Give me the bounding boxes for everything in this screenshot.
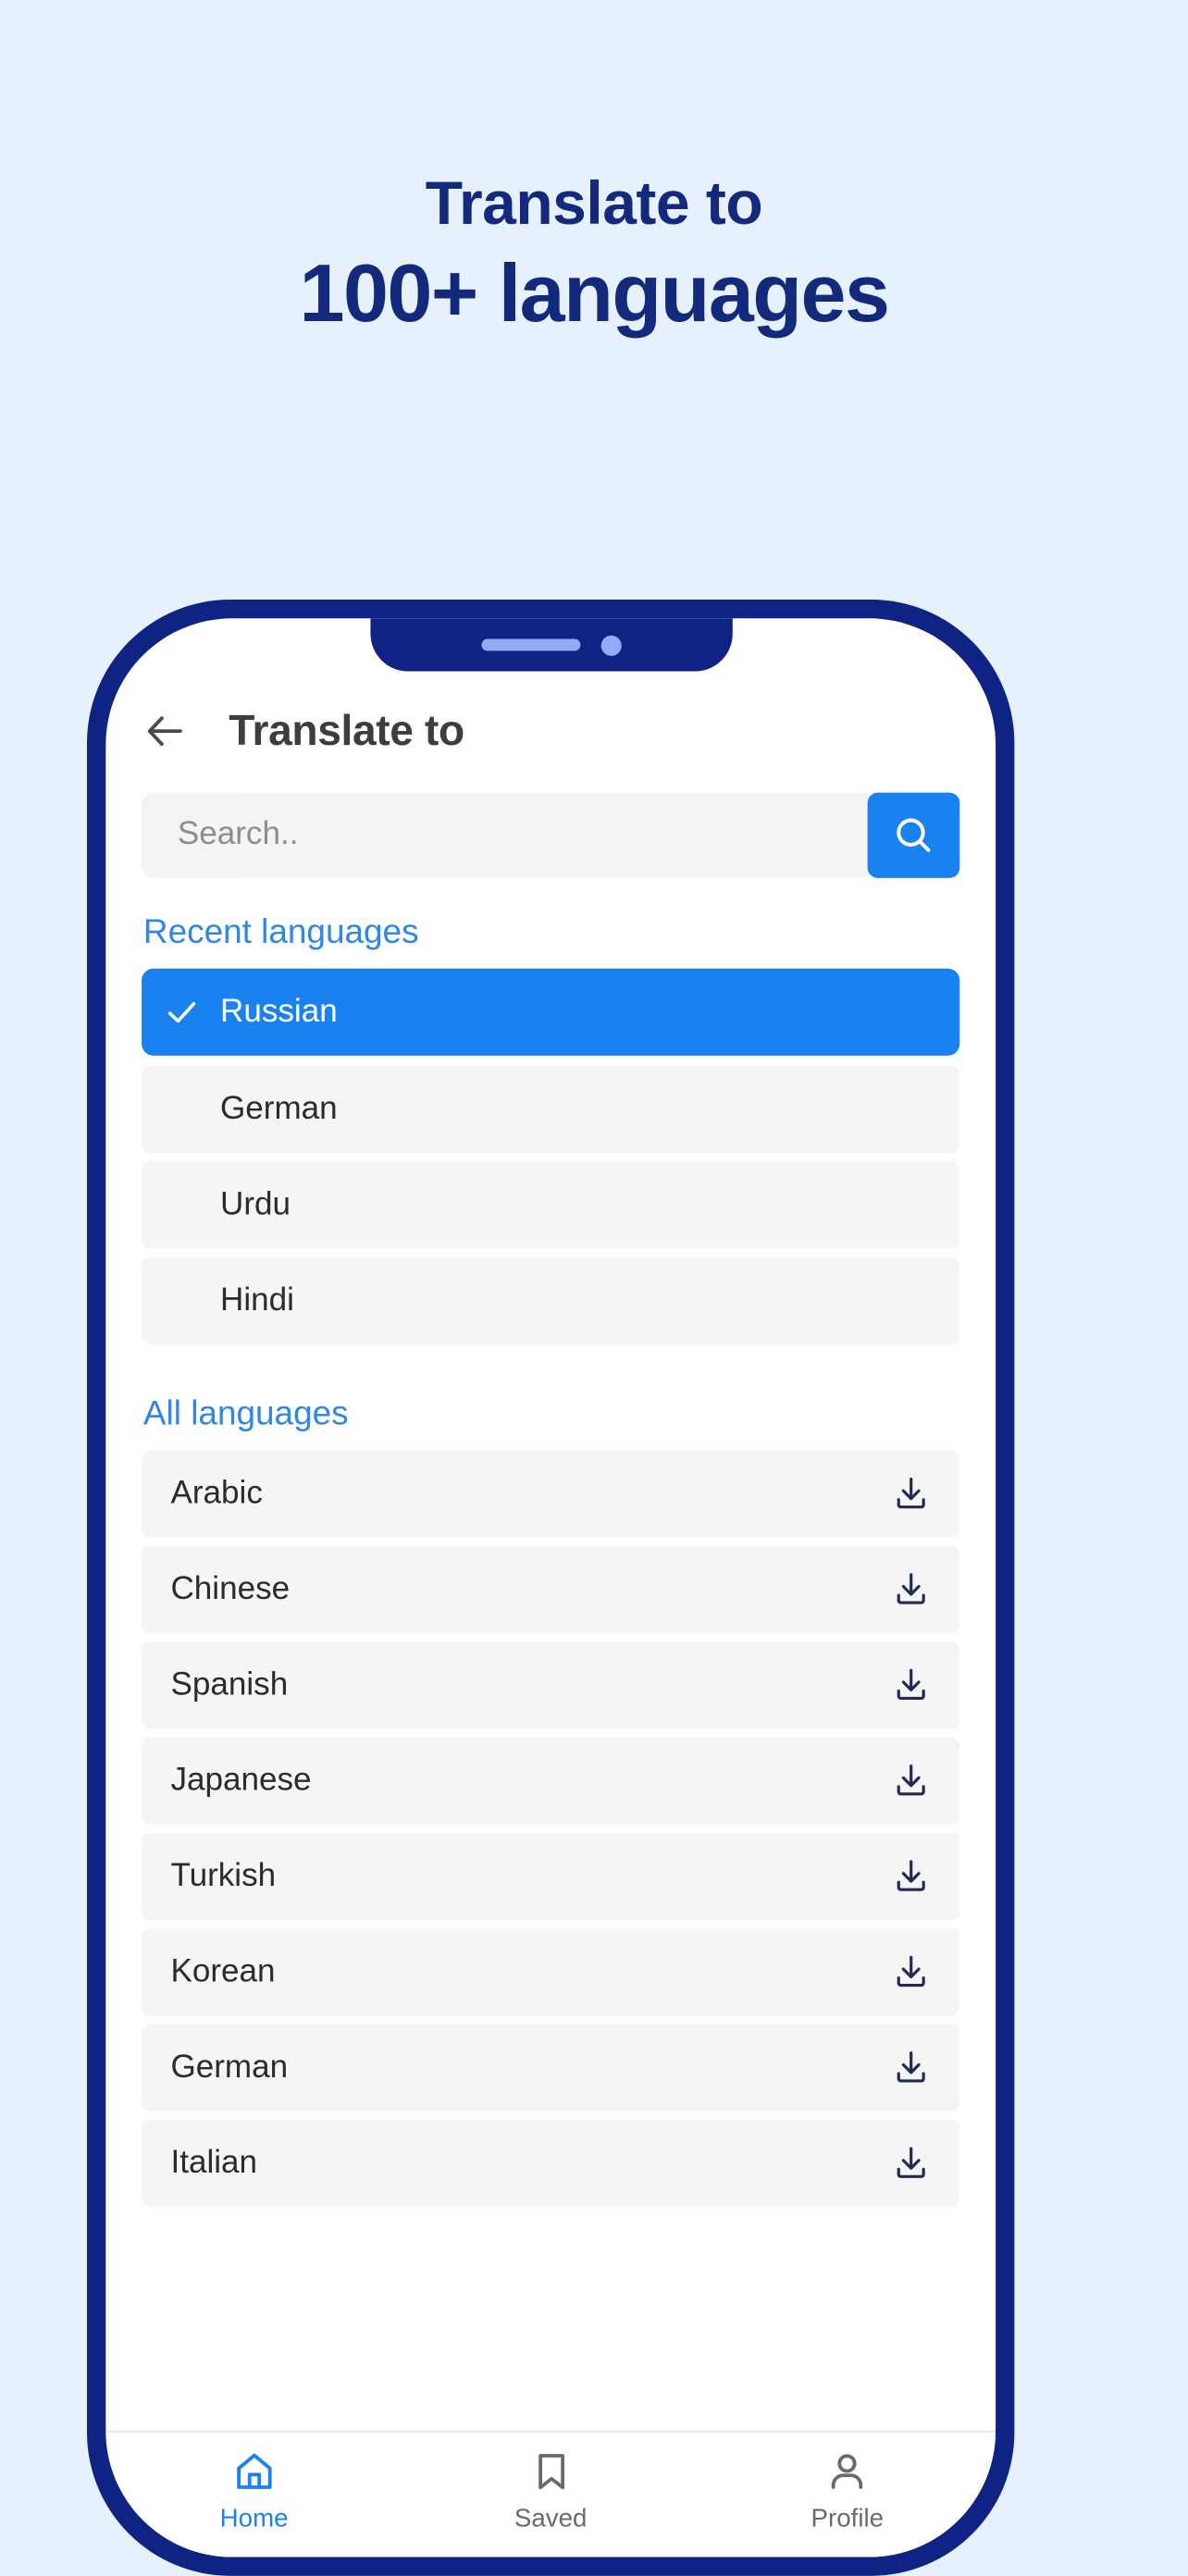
list-item[interactable]: Urdu — [142, 1161, 960, 1249]
list-item-label: Italian — [170, 2144, 258, 2181]
tab-label: Home — [219, 2504, 289, 2533]
list-item-label: Arabic — [170, 1475, 263, 1511]
promo-headline: Translate to 100+ languages — [0, 0, 1188, 337]
search-placeholder: Search.. — [177, 816, 299, 853]
list-item[interactable]: Russian — [142, 968, 960, 1056]
front-camera-dot-icon — [600, 634, 621, 655]
list-item-label: German — [170, 2049, 289, 2086]
phone-notch — [369, 618, 732, 672]
download-icon[interactable] — [891, 1570, 930, 1609]
home-icon — [236, 2453, 272, 2489]
tab-home[interactable]: Home — [105, 2449, 402, 2533]
all-languages-list: Arabic Chinese Spanish Japanese Turkish … — [105, 1450, 996, 2208]
tab-profile[interactable]: Profile — [699, 2449, 996, 2533]
section-header-all: All languages — [142, 1395, 349, 1433]
bottom-tab-bar: Home Saved Profile — [105, 2430, 996, 2557]
download-icon[interactable] — [891, 1666, 930, 1704]
list-item[interactable]: German — [142, 2024, 960, 2112]
list-item-label: Japanese — [170, 1762, 312, 1798]
phone-mockup-frame: Translate to Search.. Recent languages R… — [87, 600, 1015, 2576]
list-item-label: Russian — [219, 993, 338, 1030]
person-icon — [832, 2454, 863, 2489]
list-item-label: Spanish — [170, 1666, 289, 1703]
tab-label: Saved — [514, 2504, 588, 2533]
phone-screen: Translate to Search.. Recent languages R… — [105, 618, 996, 2557]
search-icon — [897, 818, 931, 852]
check-icon — [142, 994, 220, 1030]
list-item[interactable]: Arabic — [142, 1450, 960, 1538]
promo-line-2: 100+ languages — [299, 247, 890, 340]
download-icon[interactable] — [891, 1952, 930, 1991]
back-arrow-icon[interactable] — [143, 709, 188, 753]
list-item[interactable]: German — [142, 1065, 960, 1154]
download-icon[interactable] — [891, 2144, 930, 2183]
search-button[interactable] — [867, 792, 960, 878]
list-item[interactable]: Italian — [142, 2119, 960, 2208]
list-item-label: German — [219, 1090, 338, 1127]
list-item[interactable]: Turkish — [142, 1832, 960, 1920]
recent-languages-list: Russian German Urdu Hindi — [105, 968, 996, 1344]
language-scroll-area[interactable]: Search.. Recent languages Russian German… — [105, 765, 996, 2431]
tab-saved[interactable]: Saved — [402, 2449, 699, 2533]
bookmark-icon — [538, 2454, 564, 2490]
section-header-recent: Recent languages — [142, 913, 419, 952]
download-icon[interactable] — [891, 1761, 930, 1800]
promo-line-1: Translate to — [425, 168, 763, 237]
list-item[interactable]: Japanese — [142, 1737, 960, 1825]
list-item-label: Urdu — [219, 1186, 291, 1222]
list-item[interactable]: Korean — [142, 1928, 960, 2016]
list-item-label: Korean — [170, 1952, 276, 1989]
download-icon[interactable] — [891, 1474, 930, 1513]
list-item-label: Turkish — [170, 1857, 277, 1894]
search-input[interactable]: Search.. — [142, 792, 868, 878]
list-item-label: Hindi — [219, 1282, 294, 1319]
list-item-label: Chinese — [170, 1570, 291, 1607]
download-icon[interactable] — [891, 2048, 930, 2087]
download-icon[interactable] — [891, 1857, 930, 1896]
list-item[interactable]: Chinese — [142, 1545, 960, 1633]
list-item[interactable]: Spanish — [142, 1641, 960, 1729]
speaker-grill-icon — [480, 638, 580, 651]
search-bar: Search.. — [142, 792, 960, 878]
list-item[interactable]: Hindi — [142, 1257, 960, 1344]
tab-label: Profile — [811, 2504, 885, 2533]
page-title: Translate to — [229, 706, 464, 755]
